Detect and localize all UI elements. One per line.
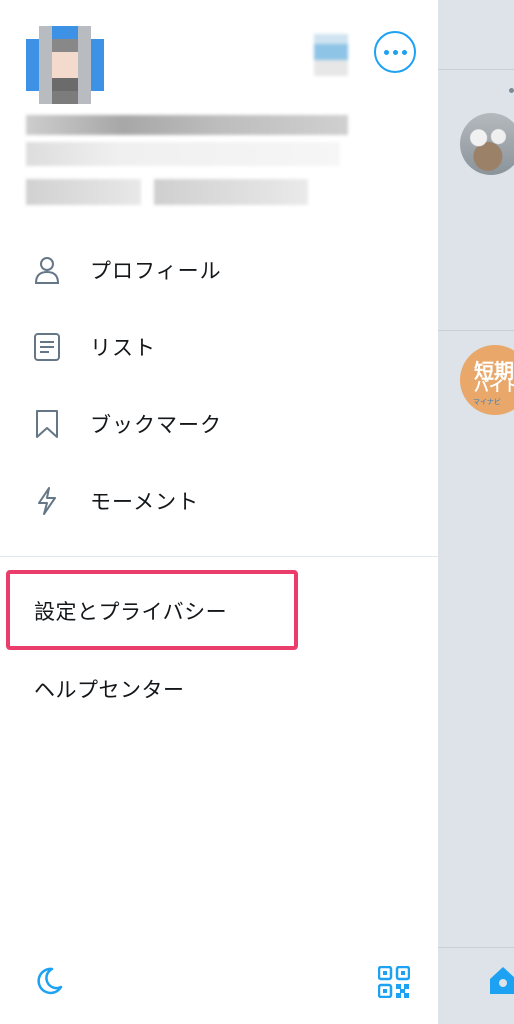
more-dot-icon bbox=[383, 49, 389, 55]
tweet-avatar[interactable] bbox=[460, 113, 514, 175]
ad-text-line2: バイト bbox=[474, 377, 514, 395]
help-center-link[interactable]: ヘルプセンター bbox=[34, 674, 185, 704]
menu-item-label: モーメント bbox=[90, 490, 200, 514]
menu-item-moments[interactable]: モーメント bbox=[0, 471, 438, 531]
more-dot-icon bbox=[392, 49, 398, 55]
lightning-icon bbox=[38, 487, 56, 515]
ad-caption: マイナビ bbox=[473, 398, 501, 406]
menu-divider bbox=[0, 556, 438, 557]
following-count-redacted[interactable] bbox=[26, 179, 141, 205]
menu-item-label: ブックマーク bbox=[90, 413, 222, 437]
avatar-face bbox=[52, 39, 78, 91]
timeline-dot bbox=[509, 88, 514, 93]
background-timeline[interactable]: 短期 バイト マイナビ bbox=[438, 0, 514, 1024]
home-icon[interactable] bbox=[486, 962, 514, 996]
qr-code-icon[interactable] bbox=[378, 966, 410, 998]
timeline-divider bbox=[438, 330, 514, 331]
profile-avatar[interactable] bbox=[26, 26, 104, 104]
more-options-button[interactable] bbox=[374, 31, 416, 73]
timeline-divider bbox=[438, 69, 514, 70]
menu-item-label: プロフィール bbox=[90, 259, 222, 283]
menu-item-label: リスト bbox=[90, 336, 156, 360]
handle-redacted[interactable] bbox=[26, 142, 340, 166]
side-drawer: プロフィール リスト ブックマーク モーメント 設定とプライバシー ヘルプセンタ… bbox=[0, 0, 438, 1024]
more-dot-icon bbox=[401, 49, 407, 55]
settings-privacy-link[interactable]: 設定とプライバシー bbox=[34, 596, 227, 626]
list-icon bbox=[34, 333, 60, 361]
account-switcher-avatar[interactable] bbox=[314, 34, 348, 76]
bookmark-icon bbox=[36, 410, 58, 438]
avatar-shadow bbox=[52, 91, 78, 104]
timeline-divider bbox=[438, 947, 514, 948]
display-name-redacted[interactable] bbox=[26, 115, 348, 135]
menu-item-bookmarks[interactable]: ブックマーク bbox=[0, 394, 438, 454]
menu-item-lists[interactable]: リスト bbox=[0, 317, 438, 377]
night-mode-icon[interactable] bbox=[32, 965, 64, 997]
menu-item-profile[interactable]: プロフィール bbox=[0, 240, 438, 300]
followers-count-redacted[interactable] bbox=[154, 179, 308, 205]
person-icon bbox=[34, 257, 60, 284]
